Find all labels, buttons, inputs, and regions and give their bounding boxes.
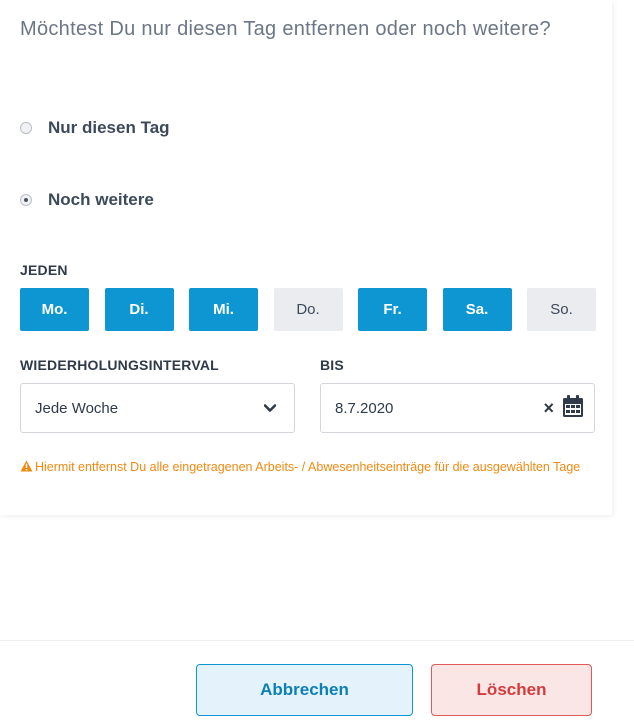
footer-divider — [0, 640, 634, 641]
warning-text: Hiermit entfernst Du alle eingetragenen … — [35, 460, 581, 474]
cancel-button[interactable]: Abbrechen — [196, 664, 413, 716]
day-toggle-mi[interactable]: Mi. — [189, 288, 258, 331]
until-date-value: 8.7.2020 — [335, 399, 394, 417]
radio-only-this-day[interactable] — [20, 122, 32, 134]
day-toggle-fr[interactable]: Fr. — [358, 288, 427, 331]
option-label: Noch weitere — [48, 190, 154, 209]
interval-select[interactable]: Jede Woche — [20, 383, 295, 433]
warning-message: Hiermit entfernst Du alle eingetragenen … — [20, 460, 600, 475]
dialog-card: Möchtest Du nur diesen Tag entfernen ode… — [0, 0, 612, 515]
option-label: Nur diesen Tag — [48, 118, 170, 137]
day-toggle-do[interactable]: Do. — [273, 288, 343, 331]
option-more-days[interactable]: Noch weitere — [20, 190, 154, 210]
day-toggle-mo[interactable]: Mo. — [20, 288, 89, 331]
delete-button[interactable]: Löschen — [431, 664, 592, 716]
dialog-question: Möchtest Du nur diesen Tag entfernen ode… — [20, 18, 551, 40]
interval-value: Jede Woche — [35, 399, 119, 417]
day-toggle-di[interactable]: Di. — [104, 288, 174, 331]
until-label: BIS — [320, 357, 344, 373]
day-toggle-sa[interactable]: Sa. — [442, 288, 512, 331]
weekday-selector: Mo. Di. Mi. Do. Fr. Sa. So. — [20, 288, 596, 331]
option-only-this-day[interactable]: Nur diesen Tag — [20, 118, 170, 138]
warning-triangle-icon — [20, 460, 33, 475]
clear-date-icon[interactable]: × — [543, 398, 554, 419]
until-date-field[interactable]: 8.7.2020 × — [320, 383, 595, 433]
chevron-down-icon — [258, 403, 282, 413]
days-section-label: JEDEN — [20, 262, 68, 278]
calendar-icon[interactable] — [562, 394, 584, 423]
day-toggle-so[interactable]: So. — [527, 288, 596, 331]
radio-more-days[interactable] — [20, 194, 32, 206]
interval-label: WIEDERHOLUNGSINTERVAL — [20, 357, 219, 373]
